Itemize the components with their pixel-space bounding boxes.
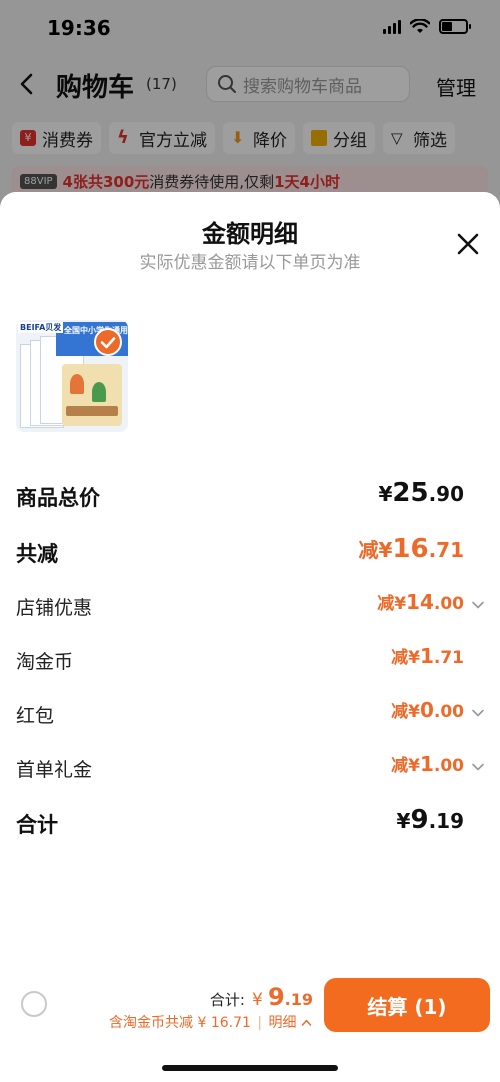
row-first-order-gift[interactable]: 首单礼金 减¥1.00 <box>16 749 486 785</box>
row-label: 淘金币 <box>16 651 74 673</box>
row-label: 合计 <box>16 813 58 837</box>
row-value: 减¥0.00 <box>391 698 464 722</box>
row-grand-total: 合计 ¥9.19 <box>16 803 486 839</box>
row-value: ¥25.90 <box>378 478 464 508</box>
select-all-checkbox[interactable] <box>21 991 47 1017</box>
total-summary: 合计: ¥ 9.19 <box>210 983 313 1011</box>
chevron-up-icon <box>301 1019 312 1026</box>
row-taojinbi: 淘金币 减¥1.71 <box>16 641 486 677</box>
sheet-title: 金额明细 <box>202 220 298 248</box>
row-red-packet[interactable]: 红包 减¥0.00 <box>16 695 486 731</box>
row-label: 店铺优惠 <box>16 597 93 619</box>
chevron-down-icon[interactable] <box>470 597 486 613</box>
close-icon[interactable] <box>456 232 480 256</box>
total-currency: ¥ <box>252 990 263 1010</box>
row-label: 商品总价 <box>16 486 100 510</box>
discount-text: 含淘金币共减 ¥ 16.71 <box>109 1015 251 1031</box>
product-thumbnail[interactable]: 全国中小学生通用 BEIFA贝发 <box>16 320 128 432</box>
chevron-down-icon[interactable] <box>470 759 486 775</box>
total-integer: 9 <box>267 983 285 1011</box>
total-label: 合计: <box>209 991 245 1009</box>
home-indicator <box>162 1065 338 1071</box>
brand-logo: BEIFA贝发 <box>18 322 64 333</box>
row-value: 减¥14.00 <box>377 590 464 614</box>
amount-detail-sheet: 金额明细 实际优惠金额请以下单页为准 全国中小学生通用 BEIFA贝发 商品总价… <box>0 192 500 1082</box>
total-decimal: .19 <box>284 990 313 1009</box>
row-value: 减¥1.71 <box>391 644 464 668</box>
row-label: 首单礼金 <box>16 759 93 781</box>
separator: | <box>257 1015 263 1031</box>
detail-toggle[interactable]: 明细 <box>269 1015 312 1031</box>
row-total-price: 商品总价 ¥25.90 <box>16 476 486 512</box>
cover-illustration <box>62 364 122 426</box>
row-value: ¥9.19 <box>396 805 464 835</box>
detail-label: 明细 <box>268 1015 297 1031</box>
row-value: 减¥16.71 <box>358 534 464 564</box>
sheet-subtitle: 实际优惠金额请以下单页为准 <box>139 253 361 273</box>
checkout-button[interactable]: 结算 (1) <box>324 978 490 1032</box>
row-label: 红包 <box>16 705 55 727</box>
selected-check-icon <box>94 328 122 356</box>
row-label: 共减 <box>16 542 58 566</box>
row-total-discount: 共减 减¥16.71 <box>16 532 486 568</box>
discount-summary: 含淘金币共减 ¥ 16.71 | 明细 <box>109 1012 312 1032</box>
row-store-discount[interactable]: 店铺优惠 减¥14.00 <box>16 587 486 623</box>
row-value: 减¥1.00 <box>391 752 464 776</box>
chevron-down-icon[interactable] <box>470 705 486 721</box>
